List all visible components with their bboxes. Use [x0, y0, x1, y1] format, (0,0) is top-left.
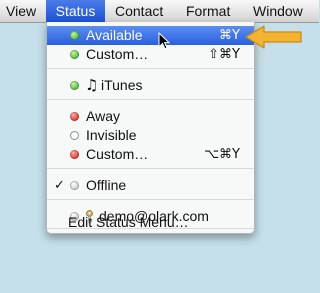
shortcut-label: ⌥⌘Y: [204, 147, 240, 162]
available-status-icon: [70, 31, 79, 40]
shortcut-label: ⇧⌘Y: [208, 47, 240, 62]
menu-item-offline[interactable]: ✓ Offline: [47, 176, 254, 195]
menu-item-label: Custom…: [86, 146, 149, 162]
away-status-icon: [70, 150, 79, 159]
menu-item-label: Away: [86, 108, 120, 124]
available-status-icon: [70, 81, 79, 90]
menu-separator: [47, 199, 254, 200]
menu-contact[interactable]: Contact: [115, 0, 163, 22]
menu-status[interactable]: Status: [46, 0, 105, 22]
menu-window[interactable]: Window: [253, 0, 303, 22]
menu-item-label: Offline: [86, 177, 127, 193]
checkmark-icon: ✓: [54, 178, 65, 193]
music-note-icon: ♫: [85, 76, 99, 94]
menu-separator: [47, 99, 254, 100]
menu-item-away[interactable]: Away: [47, 107, 254, 126]
menu-format[interactable]: Format: [186, 0, 230, 22]
mouse-pointer-icon: [158, 32, 170, 50]
menu-item-label: Available: [86, 27, 143, 43]
shortcut-label: ⌘Y: [219, 28, 240, 43]
menu-view[interactable]: View: [6, 0, 36, 22]
callout-arrow-icon: [245, 25, 302, 49]
menu-item-itunes[interactable]: ♫ iTunes: [47, 76, 254, 95]
menu-item-label: Custom…: [86, 46, 149, 62]
away-status-icon: [70, 112, 79, 121]
menu-item-label: iTunes: [101, 77, 143, 93]
menu-separator: [47, 68, 254, 69]
menu-item-edit-status-menu[interactable]: Edit Status Menu…: [46, 213, 253, 232]
menu-separator: [47, 168, 254, 169]
invisible-status-icon: [70, 131, 79, 140]
menu-item-invisible[interactable]: Invisible: [47, 126, 254, 145]
menu-item-custom-available[interactable]: Custom… ⇧⌘Y: [47, 45, 254, 64]
menu-item-label: Invisible: [86, 127, 137, 143]
menu-item-label: Edit Status Menu…: [68, 214, 189, 230]
menu-item-custom-away[interactable]: Custom… ⌥⌘Y: [47, 145, 254, 164]
offline-status-icon: [70, 181, 79, 190]
menu-bar: View Status Contact Format Window: [0, 0, 319, 23]
status-menu: Available ⌘Y Custom… ⇧⌘Y ♫ iTunes Away I…: [46, 22, 255, 234]
menu-item-available[interactable]: Available ⌘Y: [47, 26, 254, 45]
available-status-icon: [70, 50, 79, 59]
